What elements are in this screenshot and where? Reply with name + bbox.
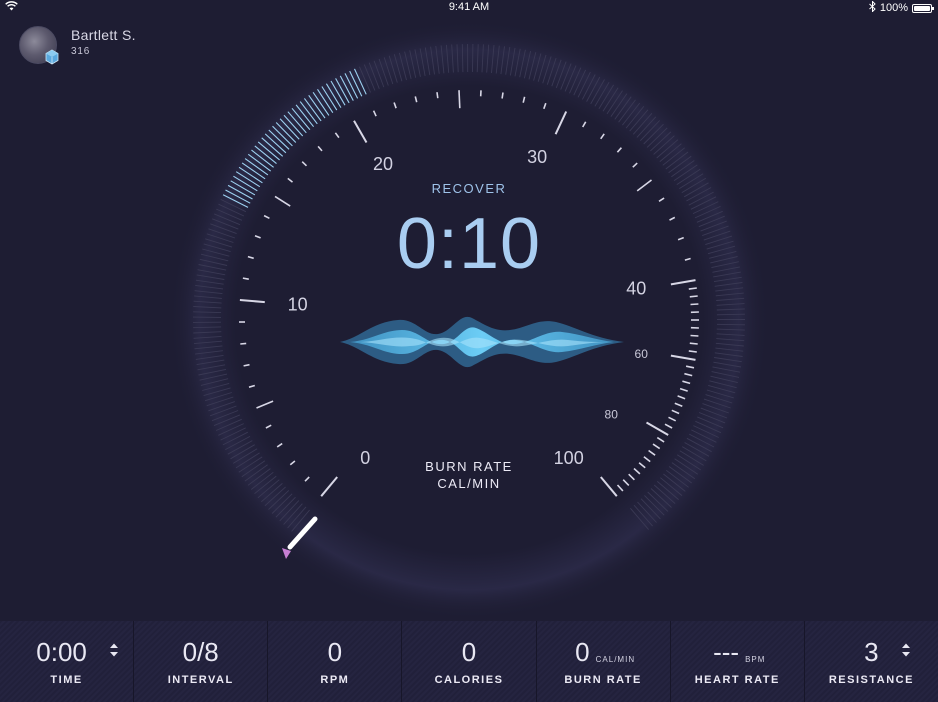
scale-label-30: 30 xyxy=(527,147,547,167)
stat-time-label: TIME xyxy=(50,674,83,686)
scale-tick xyxy=(690,303,699,306)
gauge-unit-line1: BURN RATE xyxy=(425,459,513,474)
scale-label-60: 60 xyxy=(635,347,649,361)
stat-calories: 0 CALORIES xyxy=(402,621,537,702)
stat-heart-rate-value: --- xyxy=(713,637,740,667)
interval-timer: 0:10 xyxy=(396,204,542,284)
outer-track-tick xyxy=(716,323,746,326)
stat-burn-rate-unit: CAL/MIN xyxy=(595,655,636,664)
stat-rpm-label: RPM xyxy=(320,674,350,686)
stat-interval: 0/8 INTERVAL xyxy=(134,621,269,702)
stat-interval-label: INTERVAL xyxy=(167,674,234,686)
gauge-unit-line2: CAL/MIN xyxy=(437,476,501,491)
scale-tick xyxy=(242,277,249,280)
stat-resistance[interactable]: 3 RESISTANCE xyxy=(805,621,938,702)
stat-rpm: 0 RPM xyxy=(268,621,403,702)
scale-tick xyxy=(240,342,247,345)
stat-calories-value: 0 xyxy=(461,637,477,667)
scale-label-20: 20 xyxy=(373,154,393,174)
burn-rate-gauge: 01020 30406080100 xyxy=(169,20,769,620)
stat-resistance-value: 3 xyxy=(864,637,879,667)
scale-tick xyxy=(501,92,504,99)
stat-calories-label: CALORIES xyxy=(434,674,504,686)
scale-tick xyxy=(689,342,698,345)
scale-tick xyxy=(688,287,697,290)
stat-heart-rate: --- BPM HEART RATE xyxy=(671,621,805,702)
stat-time[interactable]: 0:00 TIME xyxy=(0,621,135,702)
stat-resistance-label: RESISTANCE xyxy=(828,674,914,686)
stats-bar: 0:00 TIME 0/8 INTERVAL 0 RPM 0 CALORIES … xyxy=(0,621,938,702)
resistance-stepper-icon[interactable] xyxy=(901,642,911,658)
mode-label: RECOVER xyxy=(431,181,507,196)
scale-tick xyxy=(689,295,698,298)
scale-label-80: 80 xyxy=(605,408,619,422)
scale-label-40: 40 xyxy=(626,279,646,299)
stat-heart-rate-label: HEART RATE xyxy=(694,674,780,686)
stat-burn-rate-value: 0 xyxy=(575,637,590,667)
scale-tick xyxy=(458,90,461,109)
outer-track-tick xyxy=(716,313,745,316)
stat-heart-rate-unit: BPM xyxy=(745,655,766,664)
stat-interval-value: 0/8 xyxy=(182,637,219,667)
scale-label-10: 10 xyxy=(288,294,308,314)
scale-tick xyxy=(690,334,699,337)
stat-burn-rate: 0 CAL/MIN BURN RATE xyxy=(537,621,671,702)
stat-burn-rate-label: BURN RATE xyxy=(564,674,642,686)
stat-time-value: 0:00 xyxy=(36,637,87,667)
gauge-unit-label: BURN RATE CAL/MIN xyxy=(369,458,569,492)
scale-tick xyxy=(688,350,697,353)
outer-track-tick xyxy=(461,44,464,73)
time-stepper-icon[interactable] xyxy=(109,642,119,658)
stat-rpm-value: 0 xyxy=(327,637,343,667)
scale-tick xyxy=(436,92,439,99)
